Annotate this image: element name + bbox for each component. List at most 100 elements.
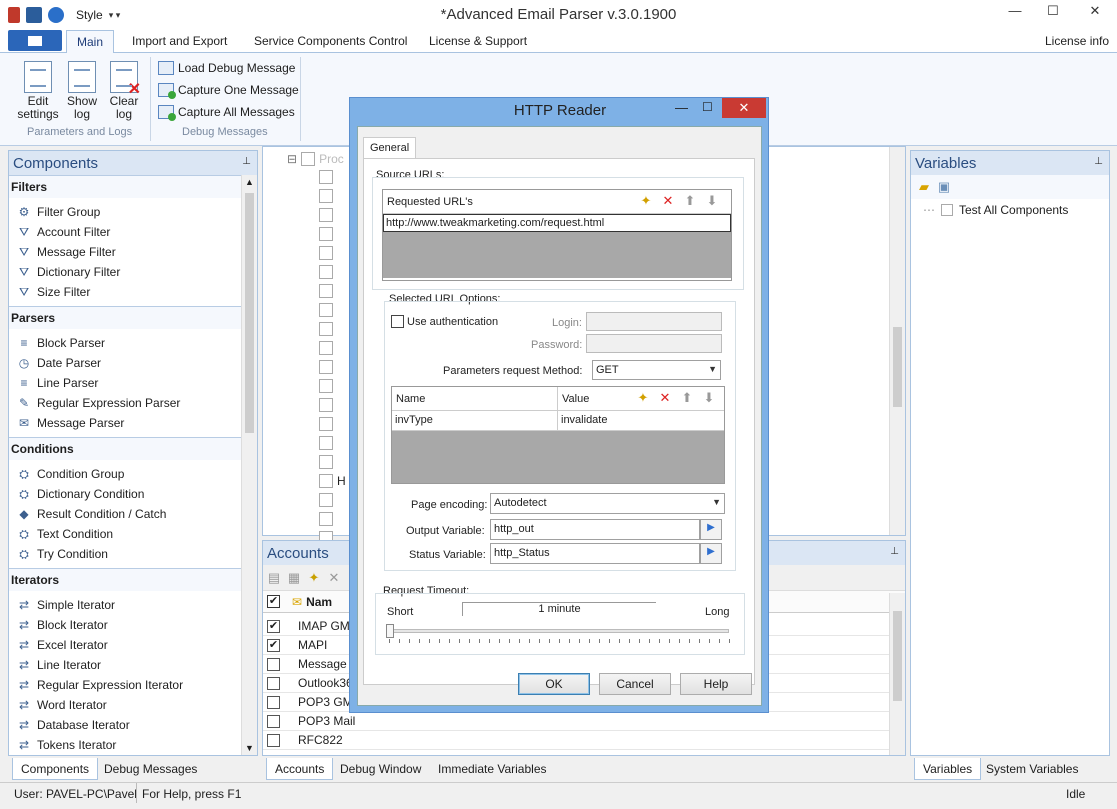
component-item[interactable]: ⛭ Text Condition [9, 524, 241, 544]
component-item[interactable]: ✎ Regular Expression Parser [9, 393, 241, 413]
account-row[interactable]: POP3 Mail [263, 712, 889, 731]
encoding-select[interactable]: Autodetect ▼ [490, 493, 725, 514]
delete-url-icon[interactable]: ✕ [661, 194, 675, 208]
status-variable-field[interactable]: http_Status [490, 543, 700, 564]
tab-variables[interactable]: Variables [914, 758, 982, 780]
component-item[interactable]: ⇄ Database Iterator [9, 715, 241, 735]
tab-main[interactable]: Main [66, 30, 115, 54]
scroll-thumb[interactable] [893, 327, 902, 407]
tree-item[interactable] [319, 376, 346, 395]
tree-item[interactable] [319, 319, 346, 338]
clear-log-button[interactable]: ✕ Clear log [102, 61, 146, 121]
output-variable-picker-icon[interactable]: ▶ [700, 519, 722, 540]
component-item[interactable]: ⇄ Line Iterator [9, 655, 241, 675]
component-item[interactable]: ⛛ Message Filter [9, 242, 241, 262]
delete-account-icon[interactable]: ✕ [327, 570, 341, 585]
license-info-link[interactable]: License info [1045, 34, 1109, 48]
components-scrollbar[interactable]: ▲ ▼ [241, 175, 257, 755]
accounts-scrollbar[interactable] [889, 593, 905, 755]
edit-settings-button[interactable]: Edit settings [16, 61, 60, 121]
url-row[interactable]: http://www.tweakmarketing.com/request.ht… [383, 214, 731, 232]
variable-icon[interactable]: ▣ [937, 180, 951, 194]
parameter-row[interactable]: invType invalidate [392, 411, 724, 431]
tab-import-export[interactable]: Import and Export [132, 34, 227, 48]
section-header[interactable]: Filters [9, 175, 241, 198]
login-field[interactable] [586, 312, 722, 331]
tab-debug-window[interactable]: Debug Window [332, 758, 429, 780]
account-settings-icon[interactable]: ▤ [267, 570, 281, 585]
output-variable-field[interactable]: http_out [490, 519, 700, 540]
tab-service-components[interactable]: Service Components Control [254, 34, 407, 48]
component-item[interactable]: ≡ Line Parser [9, 373, 241, 393]
scroll-thumb[interactable] [245, 193, 254, 433]
account-checkbox[interactable]: ✔ [267, 619, 280, 633]
variable-item[interactable]: ⋯ Test All Components [911, 199, 1109, 217]
account-checkbox[interactable] [267, 657, 280, 671]
component-item[interactable]: ◷ Date Parser [9, 353, 241, 373]
column-name-header[interactable]: Nam [306, 595, 332, 609]
add-url-icon[interactable]: ✦ [639, 194, 653, 208]
dialog-close-icon[interactable]: ✕ [722, 98, 766, 118]
column-name[interactable]: Name [392, 387, 558, 410]
close-icon[interactable]: ✕ [1075, 0, 1115, 22]
tab-components[interactable]: Components [12, 758, 99, 780]
show-log-button[interactable]: Show log [60, 61, 104, 121]
pin-icon[interactable]: ⊥ [890, 546, 899, 557]
component-item[interactable]: ✉ Message Parser [9, 413, 241, 433]
component-item[interactable]: ⇄ Block Iterator [9, 615, 241, 635]
tree-item[interactable] [319, 452, 346, 471]
tree-item[interactable] [319, 357, 346, 376]
tree-item[interactable] [319, 338, 346, 357]
dialog-minimize-icon[interactable]: — [675, 100, 688, 115]
scroll-thumb[interactable] [893, 611, 902, 701]
account-checkbox[interactable] [267, 695, 280, 709]
application-menu-button[interactable] [8, 30, 62, 51]
component-item[interactable]: ⛛ Account Filter [9, 222, 241, 242]
timeout-slider-thumb[interactable] [386, 624, 394, 638]
new-account-icon[interactable]: ✦ [307, 570, 321, 585]
scroll-up-icon[interactable]: ▲ [245, 177, 254, 187]
tree-item[interactable] [319, 186, 346, 205]
account-checkbox[interactable] [267, 714, 280, 728]
component-item[interactable]: ⛛ Size Filter [9, 282, 241, 302]
select-all-checkbox[interactable]: ✔ [267, 595, 280, 608]
component-item[interactable]: ⇄ Excel Iterator [9, 635, 241, 655]
tree-item[interactable] [319, 395, 346, 414]
section-header[interactable]: Parsers [9, 306, 241, 329]
account-checkbox[interactable]: ✔ [267, 638, 280, 652]
tree-item[interactable] [319, 414, 346, 433]
component-item[interactable]: ⚙ Filter Group [9, 202, 241, 222]
tree-root[interactable]: ⊟ Proc [287, 149, 344, 168]
add-folder-icon[interactable]: ▰ [917, 180, 931, 194]
use-auth-checkbox[interactable]: Use authentication [391, 315, 498, 328]
component-item[interactable]: ⛭ Try Condition [9, 544, 241, 564]
tab-immediate-variables[interactable]: Immediate Variables [430, 758, 555, 780]
ok-button[interactable]: OK [518, 673, 590, 695]
pin-icon[interactable]: ⊥ [1094, 156, 1103, 167]
column-value[interactable]: Value [558, 387, 593, 410]
add-param-icon[interactable]: ✦ [636, 391, 650, 405]
tree-item[interactable] [319, 281, 346, 300]
capture-one-message-button[interactable]: Capture One Message [158, 80, 299, 100]
status-variable-picker-icon[interactable]: ▶ [700, 543, 722, 564]
tree-item[interactable] [319, 243, 346, 262]
account-checkbox[interactable] [267, 733, 280, 747]
tab-system-variables[interactable]: System Variables [978, 758, 1086, 780]
tree-item[interactable]: H [319, 471, 346, 490]
tree-item[interactable] [319, 509, 346, 528]
delete-param-icon[interactable]: ✕ [658, 391, 672, 405]
tree-item[interactable] [319, 167, 346, 186]
tree-item[interactable] [319, 205, 346, 224]
tab-accounts[interactable]: Accounts [266, 758, 334, 780]
move-down-icon[interactable]: ⬇ [705, 194, 719, 208]
tree-item[interactable] [319, 490, 346, 509]
component-item[interactable]: ⛭ Dictionary Condition [9, 484, 241, 504]
tab-license-support[interactable]: License & Support [429, 34, 527, 48]
component-item[interactable]: ⇄ Regular Expression Iterator [9, 675, 241, 695]
maximize-icon[interactable]: ☐ [1038, 0, 1068, 22]
account-edit-icon[interactable]: ▦ [287, 570, 301, 585]
timeout-slider-track[interactable] [386, 624, 729, 638]
component-item[interactable]: ⛛ Dictionary Filter [9, 262, 241, 282]
component-item[interactable]: ⇄ Simple Iterator [9, 595, 241, 615]
component-item[interactable]: ◆ Result Condition / Catch [9, 504, 241, 524]
